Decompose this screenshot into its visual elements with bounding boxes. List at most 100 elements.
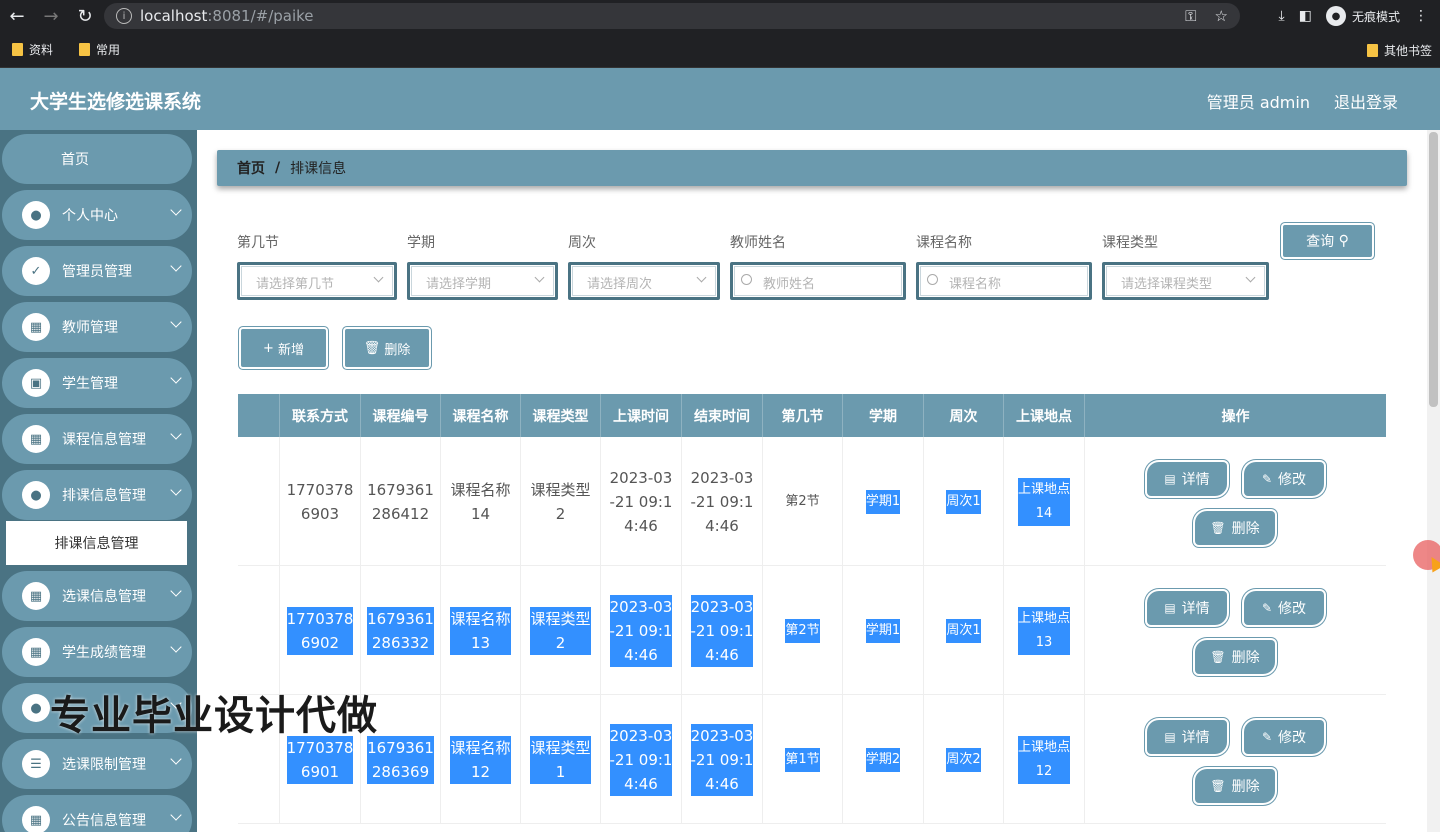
- column-header[interactable]: 课程名称: [441, 394, 521, 437]
- sidebar-item-admin[interactable]: ✓ 管理员管理: [2, 246, 192, 296]
- list-icon: ☰: [22, 750, 50, 778]
- sidebar-item-home[interactable]: 首页: [2, 134, 192, 184]
- back-icon[interactable]: ←: [0, 0, 34, 32]
- download-icon[interactable]: ⤓: [1279, 8, 1285, 24]
- query-label: 查询: [1306, 234, 1335, 250]
- reload-icon[interactable]: ↻: [68, 0, 102, 32]
- delete-button[interactable]: 🗑 删除: [1195, 511, 1275, 545]
- column-header[interactable]: 第几节: [763, 394, 843, 437]
- url-path: :8081/#/paike: [207, 7, 314, 25]
- sidebar-item-label: 选课限制管理: [62, 757, 146, 773]
- bookmark-folder[interactable]: 常用: [79, 41, 120, 58]
- menu-icon[interactable]: ⋮: [1414, 8, 1428, 24]
- address-bar[interactable]: i localhost:8081/#/paike ⚿ ☆: [104, 3, 1240, 29]
- teacher-name-input[interactable]: 教师姓名: [730, 262, 906, 300]
- briefcase-icon: ▣: [22, 369, 50, 397]
- sidebar-item-course[interactable]: ▦ 课程信息管理: [2, 414, 192, 464]
- cell-place: 上课地点 12: [1004, 695, 1085, 824]
- bookmarks-bar: 资料 常用 其他书签: [0, 32, 1440, 68]
- cell-week: 周次1: [924, 566, 1004, 695]
- column-header[interactable]: 学期: [843, 394, 924, 437]
- delete-button[interactable]: 🗑 删除: [1195, 769, 1275, 803]
- sidebar-item-grades[interactable]: ▦ 学生成绩管理: [2, 627, 192, 677]
- search-icon: [741, 274, 752, 285]
- info-icon[interactable]: i: [116, 8, 132, 24]
- chevron-down-icon: [534, 272, 545, 283]
- browser-toolbar: ← → ↻ i localhost:8081/#/paike ⚿ ☆ ⤓ ◧ ●…: [0, 0, 1440, 32]
- cell-type: 课程类型 2: [521, 437, 601, 566]
- trash-icon: 🗑: [363, 340, 381, 356]
- sidebar-item-label: 学生管理: [62, 376, 118, 392]
- cell-week: 周次1: [924, 437, 1004, 566]
- incognito-icon: ●: [1325, 6, 1346, 26]
- page-scrollbar[interactable]: [1427, 130, 1440, 832]
- scrollbar-thumb[interactable]: [1429, 132, 1438, 407]
- sidebar-item-notice[interactable]: ▦ 公告信息管理: [2, 795, 192, 832]
- bookmark-folder[interactable]: 资料: [12, 41, 53, 58]
- sidebar-item-limit[interactable]: ☰ 选课限制管理: [2, 739, 192, 789]
- cell-phone: 1770378 6903: [280, 437, 361, 566]
- section-select[interactable]: 请选择第几节: [237, 262, 397, 300]
- detail-button[interactable]: ▤ 详情: [1147, 720, 1227, 754]
- add-label: 新增: [278, 342, 305, 358]
- delete-button[interactable]: 🗑 删除: [1195, 640, 1275, 674]
- app-header: 大学生选修选课系统 管理员 admin 退出登录: [0, 68, 1440, 130]
- week-select[interactable]: 请选择周次: [568, 262, 720, 300]
- sidebar-item-profile[interactable]: ● 个人中心: [2, 190, 192, 240]
- sidepanel-icon[interactable]: ◧: [1299, 8, 1312, 24]
- column-header[interactable]: 课程编号: [361, 394, 441, 437]
- edit-button[interactable]: ✎ 修改: [1244, 720, 1324, 754]
- table-row: 1770378 6903 1679361 286412 课程名称 14 课程类型…: [238, 437, 1386, 566]
- breadcrumb-separator: /: [275, 160, 281, 176]
- course-type-select[interactable]: 请选择课程类型: [1102, 262, 1269, 300]
- breadcrumb-home[interactable]: 首页: [237, 158, 265, 178]
- delete-label: 删除: [384, 342, 411, 358]
- star-icon[interactable]: ☆: [1215, 7, 1228, 25]
- cell-actions: [1085, 695, 1386, 824]
- filter-label-teacher: 教师姓名: [730, 235, 786, 251]
- detail-label: 详情: [1181, 730, 1210, 746]
- column-header[interactable]: 联系方式: [280, 394, 361, 437]
- cell-start: 2023-03 -21 09:1 4:46: [601, 566, 682, 695]
- section-placeholder: 请选择第几节: [256, 277, 335, 292]
- column-header[interactable]: 上课地点: [1004, 394, 1085, 437]
- other-bookmarks[interactable]: 其他书签: [1366, 42, 1432, 59]
- key-icon[interactable]: ⚿: [1185, 7, 1196, 25]
- edit-button[interactable]: ✎ 修改: [1244, 462, 1324, 496]
- column-header[interactable]: 上课时间: [601, 394, 682, 437]
- column-header[interactable]: 课程类型: [521, 394, 601, 437]
- detail-button[interactable]: ▤ 详情: [1147, 591, 1227, 625]
- forward-icon[interactable]: →: [34, 0, 68, 32]
- chevron-down-icon: [170, 204, 182, 216]
- detail-label: 详情: [1181, 601, 1210, 617]
- course-placeholder: 课程名称: [949, 277, 1002, 292]
- sidebar-item-student[interactable]: ▣ 学生管理: [2, 358, 192, 408]
- cell-section: 第2节: [763, 566, 843, 695]
- batch-delete-button[interactable]: 🗑 删除: [345, 329, 429, 367]
- url-host: localhost: [140, 7, 208, 25]
- sidebar-item-teacher[interactable]: ▦ 教师管理: [2, 302, 192, 352]
- edit-button[interactable]: ✎ 修改: [1244, 591, 1324, 625]
- row-checkbox-cell[interactable]: [238, 566, 280, 695]
- course-name-input[interactable]: 课程名称: [916, 262, 1092, 300]
- watermark-text: 专业毕业设计代做: [50, 693, 378, 739]
- column-header[interactable]: 结束时间: [682, 394, 763, 437]
- sidebar-item-schedule[interactable]: ● 排课信息管理: [2, 470, 192, 520]
- filter-label-type: 课程类型: [1102, 235, 1158, 251]
- chevron-down-icon: [170, 372, 182, 384]
- column-header[interactable]: 周次: [924, 394, 1004, 437]
- query-button[interactable]: 查询 ⚲: [1283, 225, 1372, 257]
- sidebar-item-selection[interactable]: ▦ 选课信息管理: [2, 571, 192, 621]
- sidebar-subitem-schedule[interactable]: 排课信息管理: [6, 521, 187, 565]
- incognito-indicator[interactable]: ● 无痕模式: [1325, 6, 1400, 26]
- bulb-icon: ●: [22, 694, 50, 722]
- chevron-down-icon: [170, 809, 182, 821]
- add-button[interactable]: + 新增: [241, 329, 326, 367]
- chevron-down-icon: [170, 428, 182, 440]
- term-select[interactable]: 请选择学期: [407, 262, 558, 300]
- sidebar-item-label: 公告信息管理: [62, 813, 146, 829]
- cell-actions: [1085, 566, 1386, 695]
- row-checkbox-cell[interactable]: [238, 437, 280, 566]
- detail-button[interactable]: ▤ 详情: [1147, 462, 1227, 496]
- logout-link[interactable]: 退出登录: [1334, 89, 1398, 113]
